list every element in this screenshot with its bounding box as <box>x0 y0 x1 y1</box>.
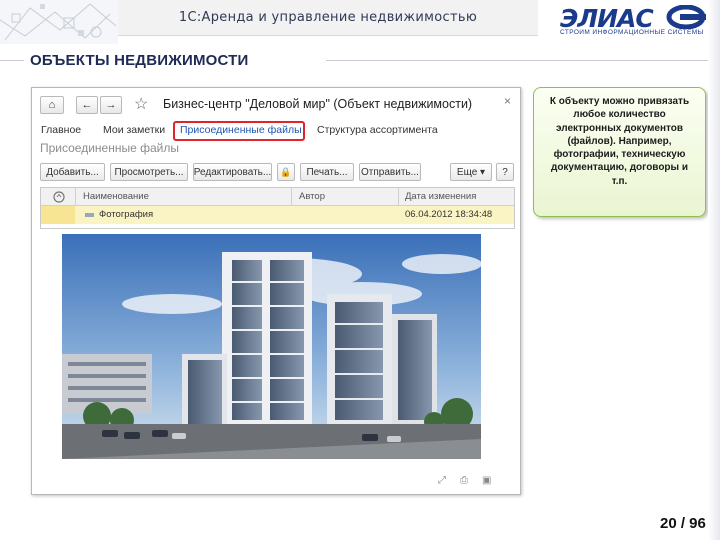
back-button[interactable]: ← <box>76 96 98 114</box>
home-icon: ⌂ <box>48 99 56 111</box>
side-decor-strip <box>708 0 720 540</box>
column-header-date[interactable]: Дата изменения <box>405 191 476 202</box>
add-button[interactable]: Добавить... <box>40 163 105 181</box>
tab-highlight-frame <box>173 121 305 141</box>
expand-icon[interactable]: ⤢ <box>438 475 446 486</box>
object-form-window: ⌂ ← → ☆ Бизнес-центр "Деловой мир" (Объе… <box>31 87 521 495</box>
column-separator <box>398 188 399 206</box>
window-toolbar: ⌂ ← → ☆ Бизнес-центр "Деловой мир" (Объе… <box>32 88 520 120</box>
window-title: Бизнес-центр "Деловой мир" (Объект недви… <box>163 97 473 111</box>
close-icon[interactable]: × <box>504 94 511 108</box>
presentation-title: 1С:Аренда и управление недвижимостью <box>118 0 538 36</box>
column-header-author[interactable]: Автор <box>299 191 325 202</box>
forward-arrow-icon: → <box>105 99 117 111</box>
section-subheading: Присоединенные файлы <box>40 141 179 155</box>
save-icon[interactable]: ▣ <box>482 475 491 486</box>
company-logo: ЭЛИАС СТРОИМ ИНФОРМАЦИОННЫЕ СИСТЕМЫ <box>558 4 714 38</box>
column-separator <box>75 188 76 206</box>
lock-button[interactable]: 🔒 <box>277 163 295 181</box>
favorite-star-icon[interactable]: ☆ <box>134 94 148 114</box>
print-button[interactable]: Печать... <box>300 163 354 181</box>
file-name-cell: Фотография <box>99 209 154 220</box>
edit-button[interactable]: Редактировать... <box>193 163 272 181</box>
slide-header: 1С:Аренда и управление недвижимостью ЭЛИ… <box>0 0 720 44</box>
forward-button[interactable]: → <box>100 96 122 114</box>
attached-files-table: Наименование Автор Дата изменения Фотогр… <box>40 187 515 229</box>
decorative-pattern <box>0 0 118 44</box>
section-divider-left <box>0 60 24 61</box>
file-icon <box>85 213 94 217</box>
tab-my-notes[interactable]: Мои заметки <box>103 124 165 136</box>
section-divider-right <box>326 60 710 61</box>
column-header-name[interactable]: Наименование <box>83 191 149 202</box>
lock-icon: 🔒 <box>280 166 292 177</box>
table-row[interactable]: Фотография 06.04.2012 18:34:48 <box>41 206 514 224</box>
building-photo[interactable] <box>62 234 481 459</box>
callout-note: К объекту можно привязать любое количест… <box>533 87 706 217</box>
home-button[interactable]: ⌂ <box>40 96 64 114</box>
more-button[interactable]: Еще ▾ <box>450 163 492 181</box>
table-header: Наименование Автор Дата изменения <box>41 188 514 206</box>
view-button[interactable]: Просмотреть... <box>110 163 188 181</box>
logo-emblem <box>666 5 706 29</box>
back-arrow-icon: ← <box>81 99 93 111</box>
logo-tagline: СТРОИМ ИНФОРМАЦИОННЫЕ СИСТЕМЫ <box>560 29 704 36</box>
column-separator <box>291 188 292 206</box>
print-icon[interactable]: ⎙ <box>460 475 468 486</box>
tab-main[interactable]: Главное <box>41 124 81 136</box>
send-button[interactable]: Отправить... <box>359 163 421 181</box>
section-title: ОБЪЕКТЫ НЕДВИЖИМОСТИ <box>30 52 249 69</box>
help-button[interactable]: ? <box>496 163 514 181</box>
tab-assortment-structure[interactable]: Структура ассортимента <box>317 124 438 136</box>
file-date-cell: 06.04.2012 18:34:48 <box>405 209 493 220</box>
attachment-icon <box>53 191 65 203</box>
page-number: 20 / 96 <box>660 515 706 532</box>
row-selector-cell <box>41 206 75 224</box>
